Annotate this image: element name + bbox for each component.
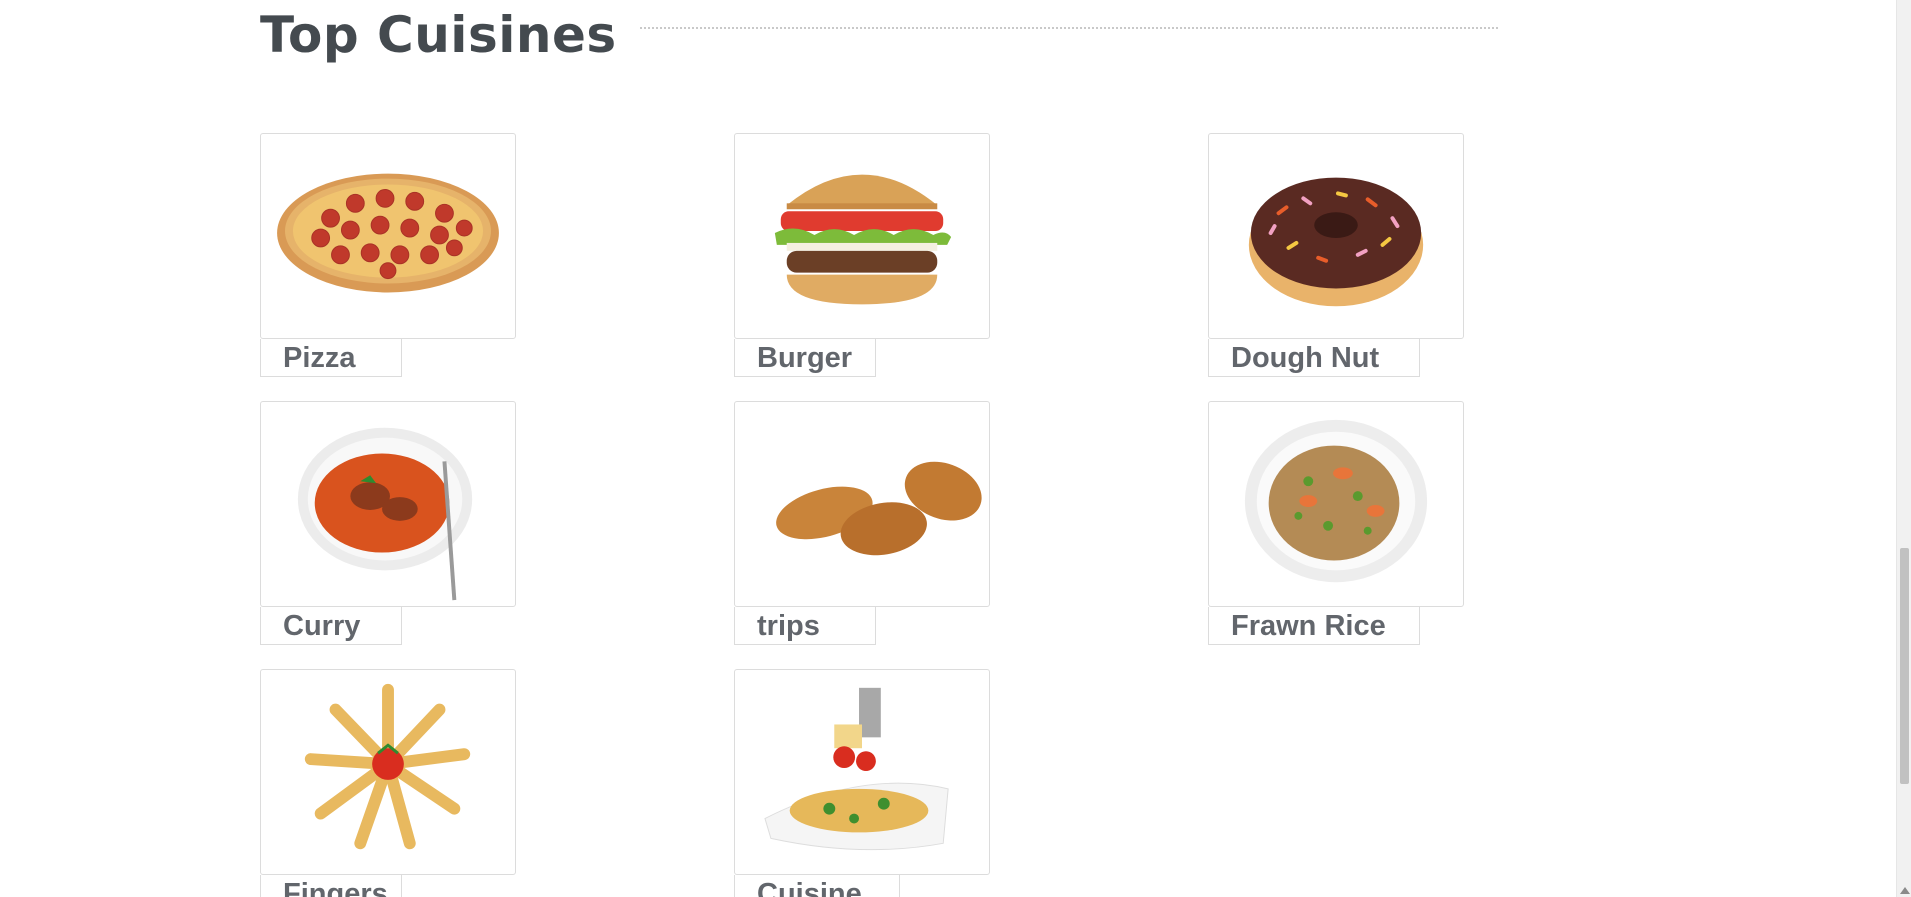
pizza-image: [277, 173, 499, 293]
cuisine-card-strips[interactable]: [734, 401, 990, 607]
scrollbar-thumb[interactable]: [1900, 548, 1909, 784]
cuisine-label-fingers[interactable]: Fingers: [260, 875, 402, 897]
pasta-salad-image: [764, 687, 949, 851]
vertical-scrollbar[interactable]: [1896, 0, 1911, 897]
cuisine-label-cuisine[interactable]: Cuisine: [734, 875, 900, 897]
cuisine-label-prawn-rice[interactable]: Frawn Rice: [1208, 607, 1420, 645]
burger-image: [774, 174, 952, 305]
cuisine-card-fingers[interactable]: [260, 669, 516, 875]
section-title: Top Cuisines: [260, 6, 617, 64]
cuisine-card-curry[interactable]: [260, 401, 516, 607]
cuisine-label-burger[interactable]: Burger: [734, 339, 876, 377]
doughnut-image: [1248, 177, 1424, 307]
scroll-down-arrow-icon[interactable]: [1900, 887, 1910, 894]
cuisine-label-strips[interactable]: trips: [734, 607, 876, 645]
title-divider: [640, 27, 1498, 29]
cuisine-card-prawn-rice[interactable]: [1208, 401, 1464, 607]
curry-image: [297, 427, 473, 601]
cuisine-label-pizza[interactable]: Pizza: [260, 339, 402, 377]
chicken-strips-image: [776, 461, 982, 556]
cuisine-card-cuisine[interactable]: [734, 669, 990, 875]
cuisine-card-pizza[interactable]: [260, 133, 516, 339]
cuisine-card-burger[interactable]: [734, 133, 990, 339]
prawn-rice-image: [1244, 419, 1428, 583]
cuisine-card-doughnut[interactable]: [1208, 133, 1464, 339]
page: Top Cuisines Pizza Burger Dough Nut Curr…: [0, 0, 1911, 897]
cuisine-label-curry[interactable]: Curry: [260, 607, 402, 645]
cuisine-label-doughnut[interactable]: Dough Nut: [1208, 339, 1420, 377]
pasta-fingers-image: [304, 683, 471, 850]
